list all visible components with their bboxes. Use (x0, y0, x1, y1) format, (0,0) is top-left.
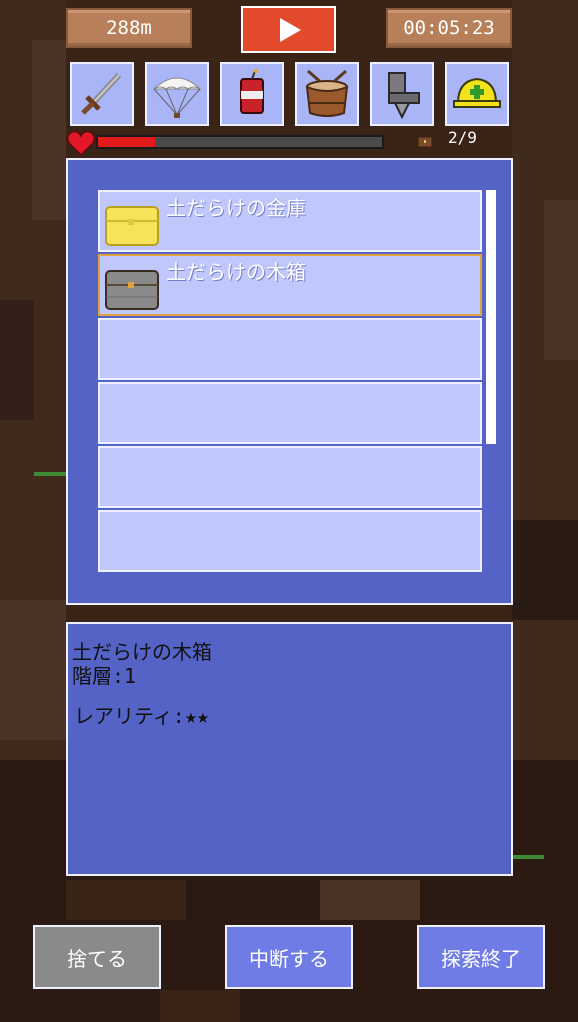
item-count: 2/9 (448, 128, 477, 147)
play-button[interactable] (241, 6, 336, 53)
hp-bar (96, 135, 384, 149)
sword-icon (81, 72, 122, 115)
helmet-icon (453, 77, 501, 108)
parachute-icon (152, 77, 202, 118)
gold-chest-icon (105, 206, 159, 246)
item-label: 土だらけの木箱 (166, 259, 306, 284)
pause-button[interactable]: 中断する (225, 925, 353, 989)
depth-value: 288m (106, 17, 152, 39)
grass-strip (512, 855, 544, 859)
tool-slot-helmet[interactable] (445, 62, 509, 126)
inventory-empty-slot[interactable] (98, 446, 482, 508)
inventory-empty-slot[interactable] (98, 510, 482, 572)
tool-slot-parachute[interactable] (145, 62, 209, 126)
inventory-item-selected[interactable]: 土だらけの木箱 (98, 254, 482, 316)
inventory-empty-slot[interactable] (98, 382, 482, 444)
play-icon (279, 17, 301, 42)
detail-floor: 階層:1 (72, 664, 137, 688)
inventory-item[interactable]: 土だらけの金庫 (98, 190, 482, 252)
hp-fill (98, 137, 155, 147)
timer-plank: 00:05:23 (386, 8, 512, 48)
item-label: 土だらけの金庫 (166, 195, 306, 220)
discard-label: 捨てる (67, 946, 127, 971)
tool-slot-sword[interactable] (70, 62, 134, 126)
detail-rarity: レアリティ:★★ (74, 704, 209, 728)
timer-value: 00:05:23 (403, 17, 495, 39)
wood-chest-icon (105, 270, 159, 310)
inventory-empty-slot[interactable] (98, 318, 482, 380)
grass-strip (34, 472, 66, 476)
tool-slot-drill-boot[interactable] (370, 62, 434, 126)
drill-boot-icon (388, 72, 420, 120)
detail-panel: 土だらけの木箱 階層:1 レアリティ:★★ (66, 622, 513, 876)
tool-slot-dynamite[interactable] (220, 62, 284, 126)
drum-icon (305, 69, 349, 117)
inventory-panel: 土だらけの金庫 土だらけの木箱 (66, 158, 513, 605)
inventory-scrollbar[interactable] (486, 190, 496, 444)
finish-label: 探索終了 (441, 946, 521, 971)
depth-plank: 288m (66, 8, 192, 48)
chest-count-icon (417, 136, 433, 148)
discard-button[interactable]: 捨てる (33, 925, 161, 989)
pause-label: 中断する (249, 946, 329, 971)
dynamite-icon (240, 69, 264, 114)
tool-slot-drum[interactable] (295, 62, 359, 126)
heart-icon (66, 130, 96, 156)
finish-exploration-button[interactable]: 探索終了 (417, 925, 545, 989)
